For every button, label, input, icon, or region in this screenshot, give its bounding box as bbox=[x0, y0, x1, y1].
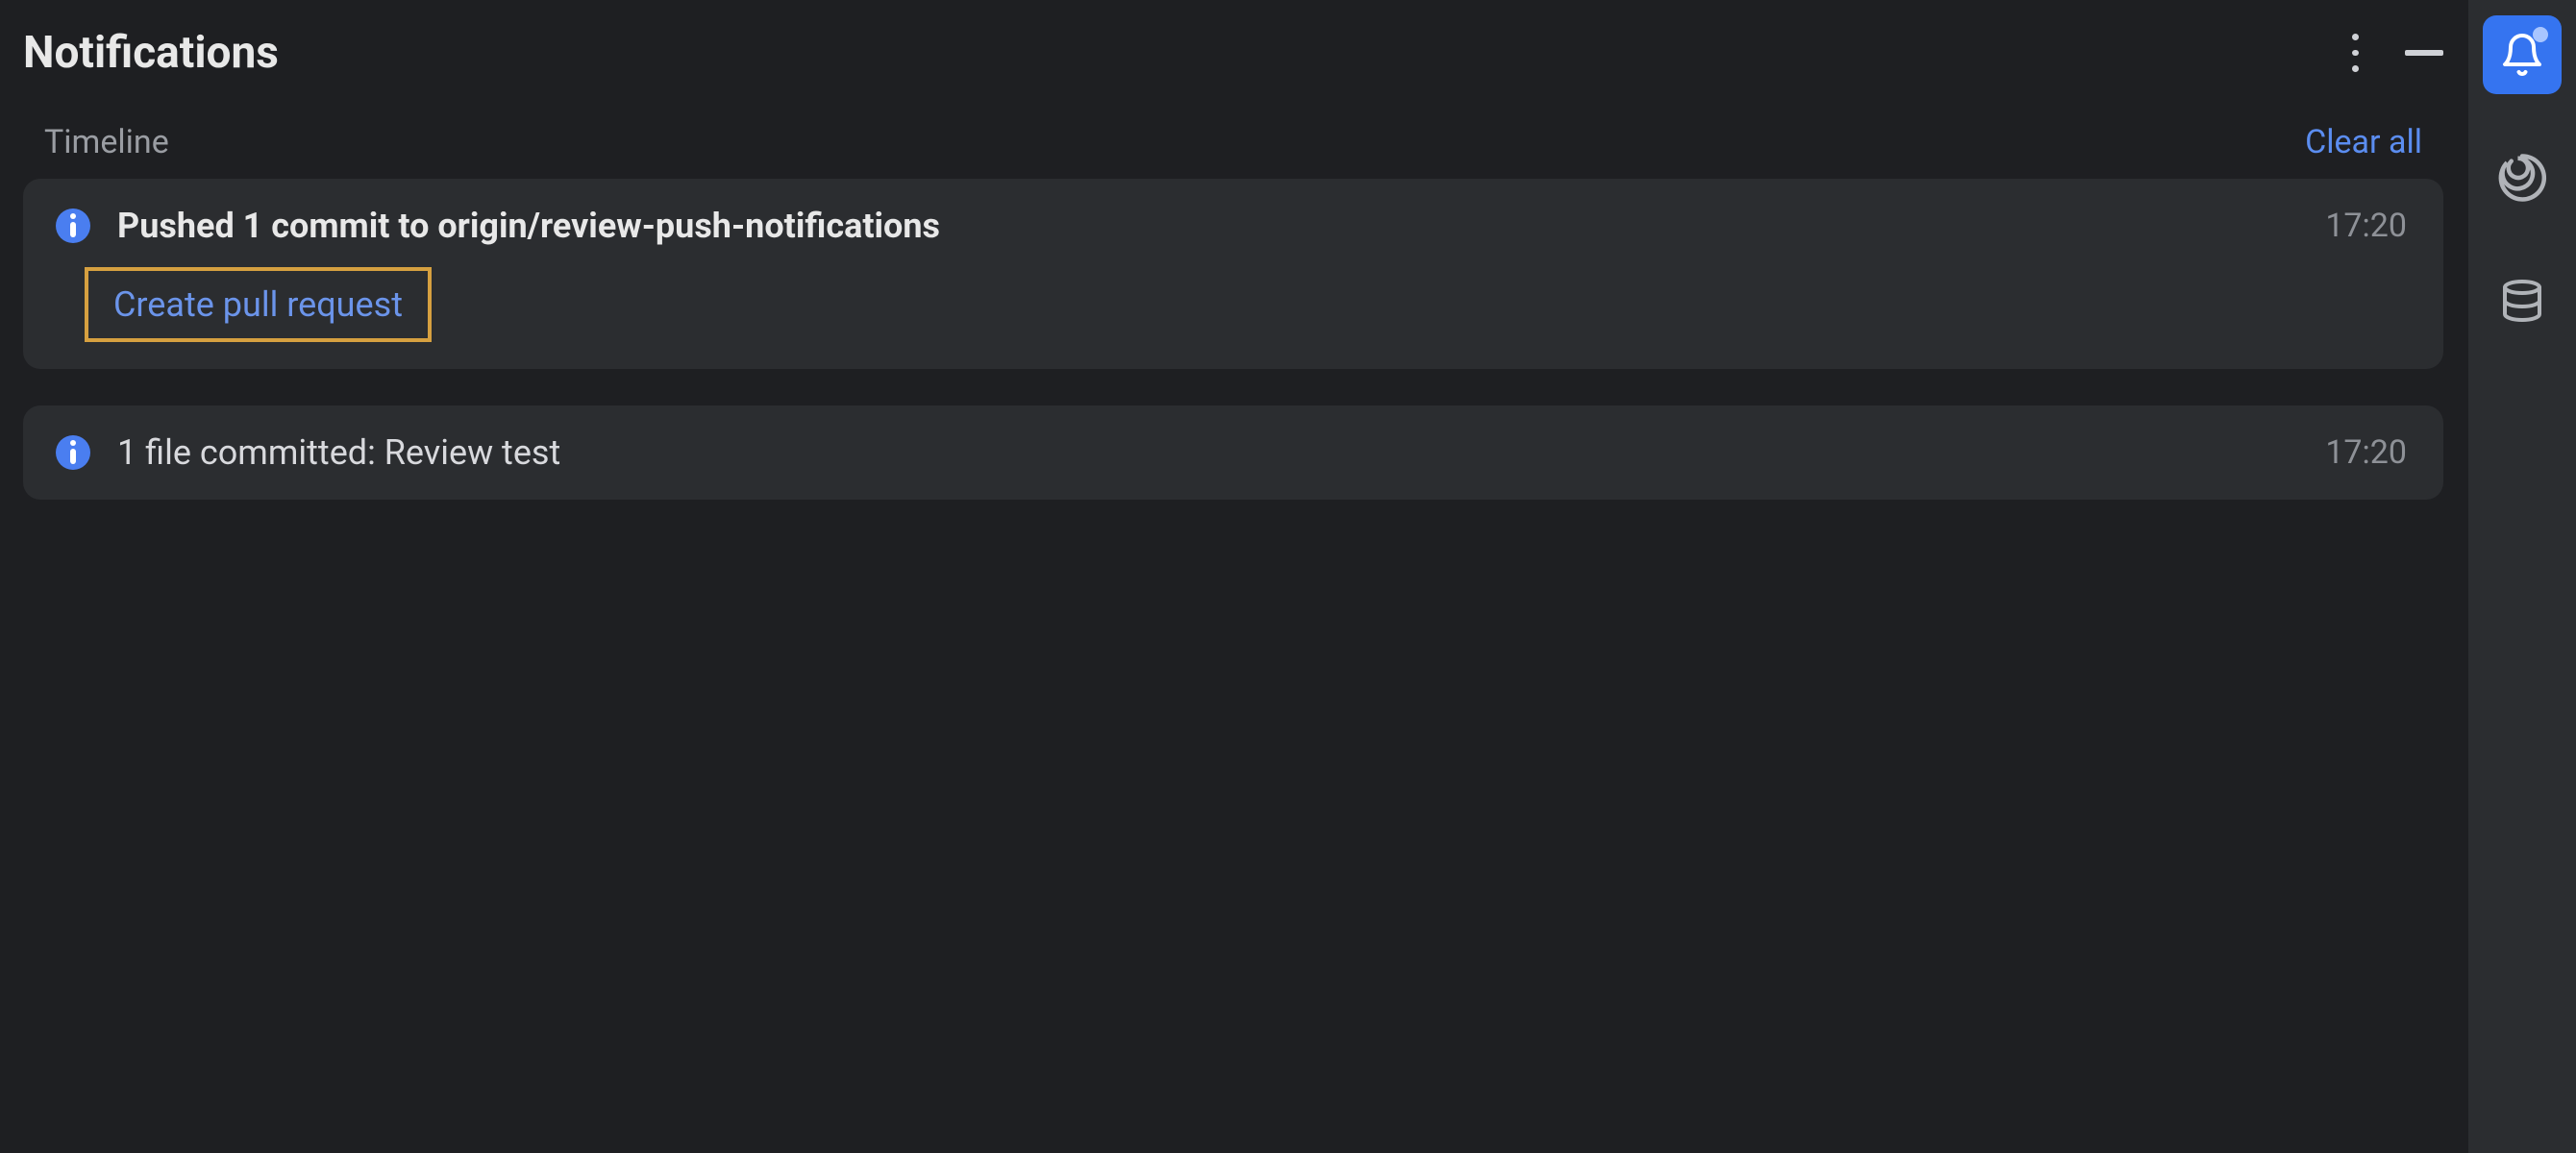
notification-title: 1 file committed: Review test bbox=[117, 432, 2298, 473]
kebab-dot-icon bbox=[2352, 50, 2359, 57]
notifications-panel: Notifications Timeline Clear all Pushed … bbox=[0, 0, 2466, 1153]
kebab-dot-icon bbox=[2352, 65, 2359, 72]
notification-time: 17:20 bbox=[2325, 433, 2416, 472]
panel-title: Notifications bbox=[23, 27, 279, 79]
sidebar-notifications-button[interactable] bbox=[2483, 15, 2562, 94]
notification-row: 1 file committed: Review test 17:20 bbox=[56, 432, 2416, 473]
info-icon bbox=[56, 209, 90, 243]
right-sidebar bbox=[2466, 0, 2576, 1153]
spiral-icon bbox=[2496, 152, 2548, 204]
kebab-dot-icon bbox=[2352, 34, 2359, 40]
section-label: Timeline bbox=[44, 123, 169, 161]
sidebar-spiral-button[interactable] bbox=[2483, 138, 2562, 217]
notification-time: 17:20 bbox=[2325, 207, 2416, 245]
minimize-button[interactable] bbox=[2405, 50, 2443, 56]
info-icon bbox=[56, 435, 90, 470]
notification-row: Pushed 1 commit to origin/review-push-no… bbox=[56, 206, 2416, 246]
create-pull-request-link[interactable]: Create pull request bbox=[113, 284, 403, 325]
notification-list: Pushed 1 commit to origin/review-push-no… bbox=[23, 179, 2443, 500]
more-options-button[interactable] bbox=[2343, 34, 2366, 72]
notification-card[interactable]: 1 file committed: Review test 17:20 bbox=[23, 405, 2443, 500]
section-header: Timeline Clear all bbox=[23, 123, 2443, 179]
notification-card[interactable]: Pushed 1 commit to origin/review-push-no… bbox=[23, 179, 2443, 369]
header-actions bbox=[2343, 34, 2443, 72]
database-icon bbox=[2499, 275, 2545, 327]
sidebar-database-button[interactable] bbox=[2483, 261, 2562, 340]
action-highlight-box: Create pull request bbox=[85, 267, 432, 342]
notification-badge-icon bbox=[2533, 27, 2548, 42]
clear-all-link[interactable]: Clear all bbox=[2305, 123, 2422, 161]
panel-header: Notifications bbox=[23, 27, 2443, 79]
notification-title: Pushed 1 commit to origin/review-push-no… bbox=[117, 206, 2298, 246]
